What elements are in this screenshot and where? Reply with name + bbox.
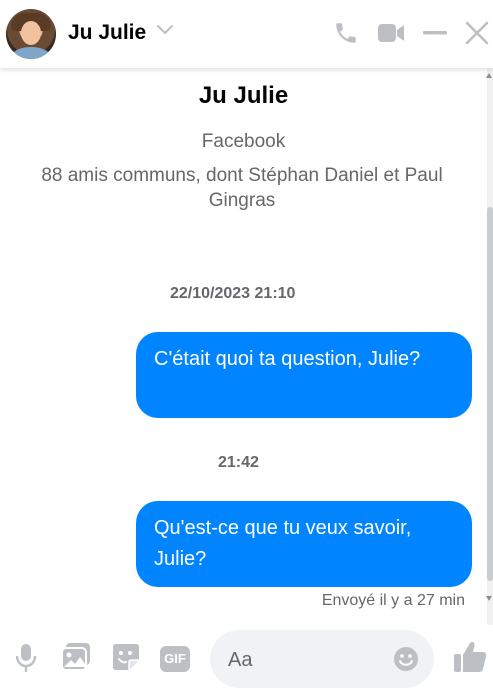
minimize-icon[interactable] <box>423 31 447 37</box>
chat-header: Ju Julie <box>0 0 493 68</box>
phone-icon[interactable] <box>333 20 359 46</box>
scrollbar-thumb[interactable] <box>487 207 493 581</box>
profile-subtitle: Facebook <box>201 131 286 152</box>
scroll-down-icon[interactable] <box>486 596 492 601</box>
gif-icon[interactable]: GIF <box>160 646 190 672</box>
message-timestamp: 21:42 <box>218 454 259 471</box>
gif-icon-label: GIF <box>164 651 186 666</box>
sent-status: Envoyé il y a 27 min <box>321 592 465 609</box>
sticker-icon[interactable] <box>111 642 141 672</box>
avatar[interactable] <box>6 9 56 59</box>
scroll-up-icon[interactable] <box>486 73 492 78</box>
message-input-container[interactable] <box>210 630 434 688</box>
message-input[interactable] <box>226 640 390 680</box>
thumbs-up-icon[interactable] <box>452 639 488 675</box>
emoji-icon[interactable] <box>393 646 419 672</box>
microphone-icon[interactable] <box>14 642 38 674</box>
photo-icon[interactable] <box>61 642 91 672</box>
message-timestamp: 22/10/2023 21:10 <box>170 285 296 302</box>
close-icon[interactable] <box>465 21 489 45</box>
mutual-friends: 88 amis communs, dont Stéphan Daniel et … <box>41 165 443 211</box>
chevron-down-icon[interactable] <box>156 24 174 36</box>
video-camera-icon[interactable] <box>377 21 405 45</box>
message-thread: Ju Julie Facebook 88 amis communs, dont … <box>0 68 487 625</box>
contact-name[interactable]: Ju Julie <box>68 21 146 45</box>
scrollbar[interactable] <box>487 68 493 625</box>
profile-name: Ju Julie <box>198 82 289 109</box>
avatar-face <box>21 21 41 45</box>
message-bubble[interactable]: Qu'est-ce que tu veux savoir, Julie? <box>136 501 472 587</box>
avatar-shirt <box>12 47 50 59</box>
message-bubble[interactable]: C'était quoi ta question, Julie? <box>136 332 472 418</box>
